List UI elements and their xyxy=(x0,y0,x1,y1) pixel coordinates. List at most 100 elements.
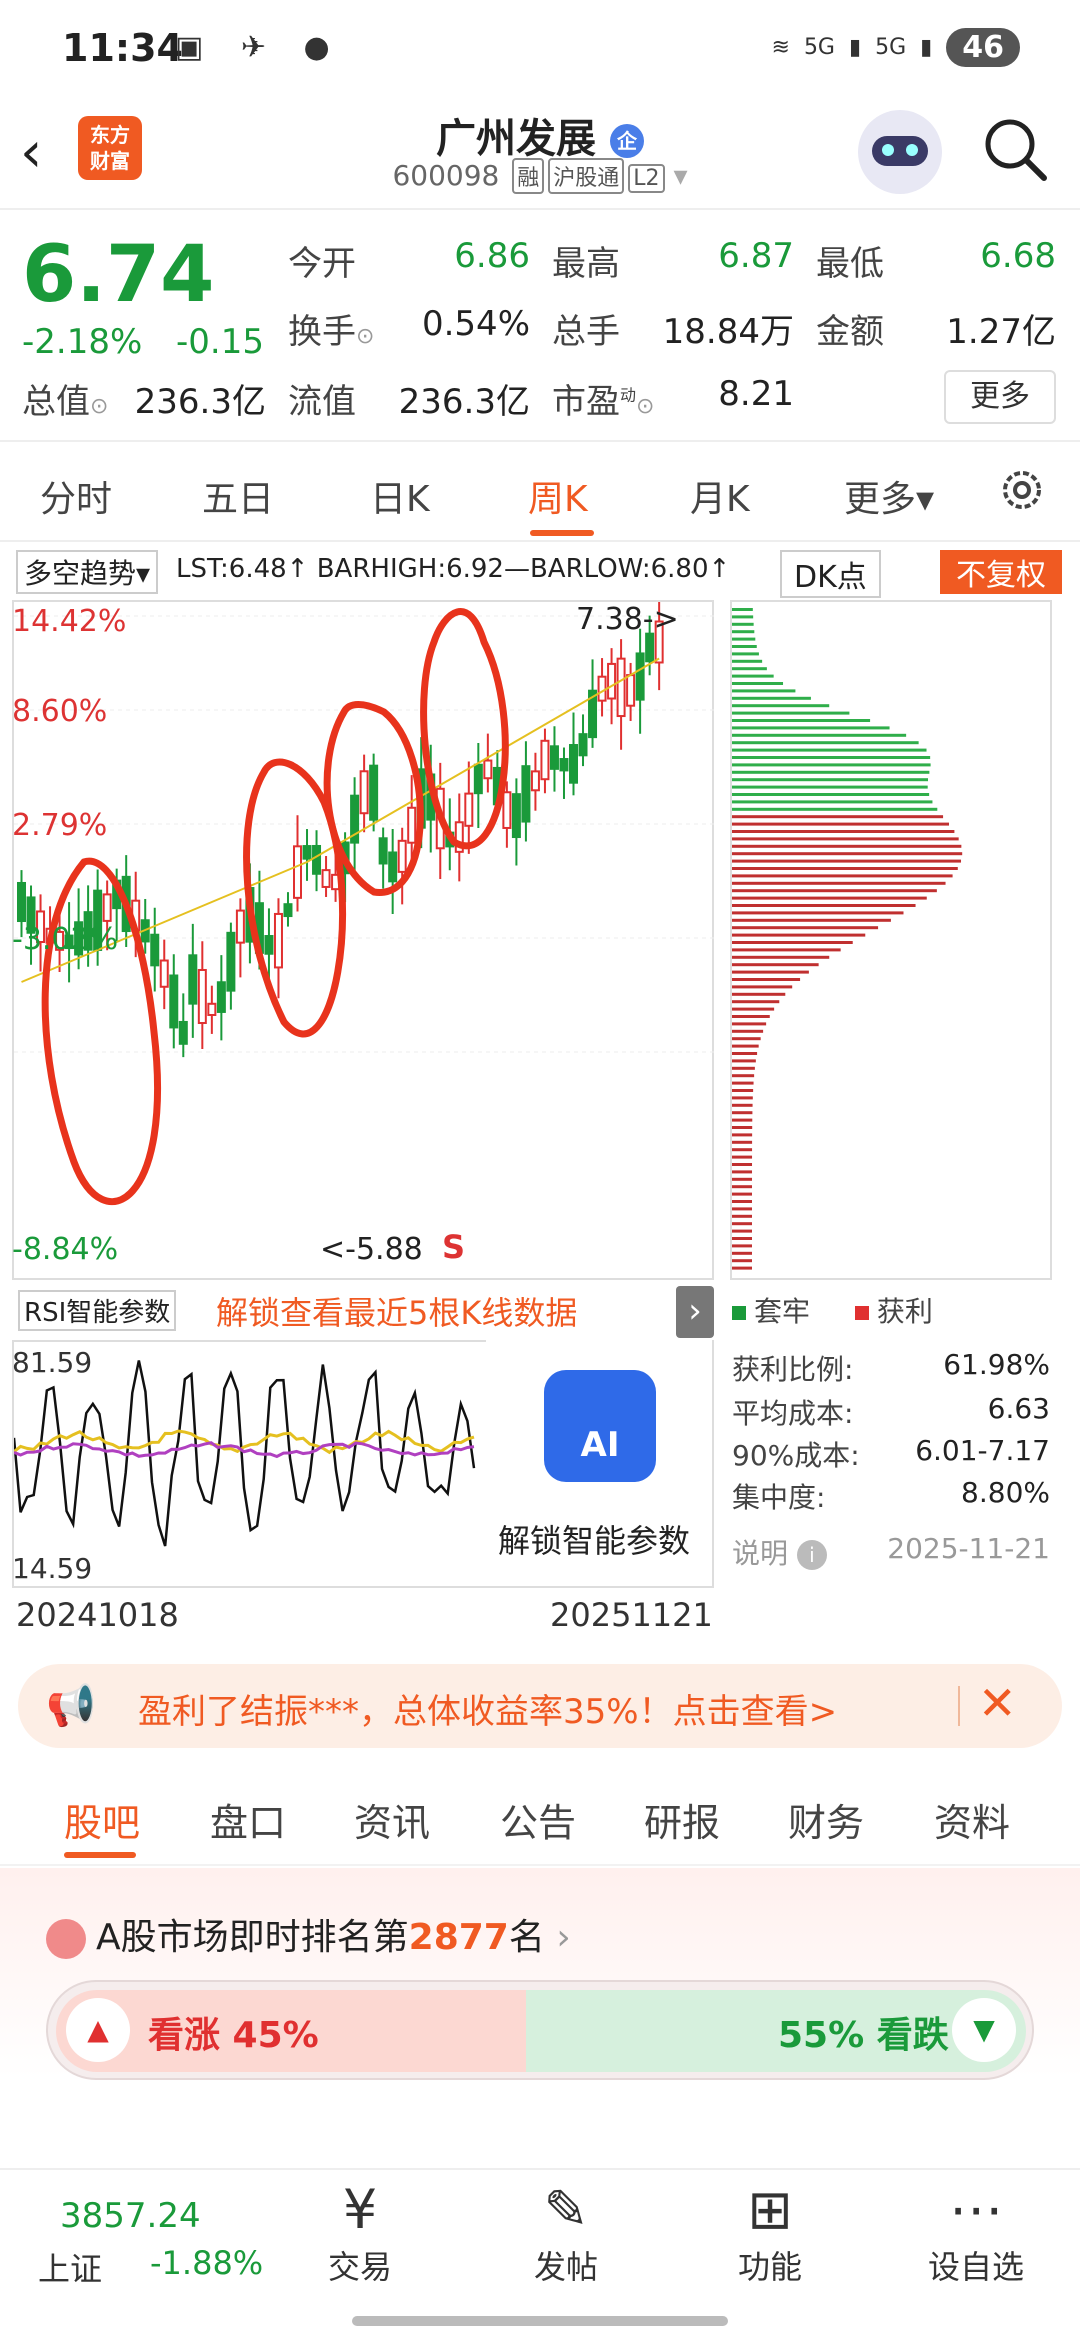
chip-bar xyxy=(732,904,916,907)
robot-avatar-icon[interactable] xyxy=(858,110,942,194)
tab-finance[interactable]: 财务 xyxy=(788,1792,864,1847)
nav-post-label: 发帖 xyxy=(533,2248,598,2286)
candle xyxy=(597,675,607,702)
chip-bar xyxy=(732,748,927,752)
nav-functions[interactable]: ⊞ 功能 xyxy=(700,2178,840,2288)
tab-forum[interactable]: 股吧 xyxy=(64,1792,140,1847)
market-rank[interactable]: A股市场即时排名第2877名 › xyxy=(46,1908,571,1960)
chip-bar xyxy=(732,881,946,885)
index-change[interactable]: -1.88% xyxy=(150,2244,263,2282)
chevron-down-icon[interactable]: ▾ xyxy=(673,159,687,192)
no-adjust-button[interactable]: 不复权 xyxy=(940,550,1062,594)
tab-profile[interactable]: 资料 xyxy=(934,1792,1010,1847)
chip-bar xyxy=(732,1022,767,1026)
kline-chart[interactable]: 14.42% 8.60% 2.79% -3.02% -8.84% 7.38-> … xyxy=(12,600,714,1280)
close-icon[interactable]: ✕ xyxy=(978,1676,1017,1730)
chip-bar xyxy=(732,1237,753,1240)
tab-orderbook[interactable]: 盘口 xyxy=(210,1792,286,1847)
chip-bar xyxy=(732,992,786,996)
wifi-icon: ≋ xyxy=(771,35,790,60)
cost90-value: 6.01-7.17 xyxy=(915,1434,1050,1467)
chevron-right-icon[interactable]: › xyxy=(676,1286,714,1338)
concentration-value: 8.80% xyxy=(961,1476,1050,1509)
unlock-kline-link[interactable]: 解锁查看最近5根K线数据 xyxy=(216,1288,577,1334)
tab-more[interactable]: 更多▾ xyxy=(844,470,934,522)
chip-distribution xyxy=(730,600,1052,1280)
candle xyxy=(102,893,112,922)
chip-bar xyxy=(732,756,931,759)
info-icon: i xyxy=(796,1540,827,1570)
chip-bar xyxy=(732,867,958,870)
chip-bar xyxy=(732,1259,753,1263)
candle xyxy=(293,845,302,899)
promo-text[interactable]: 盈利了结振***，总体收益率35%！点击查看> xyxy=(138,1684,837,1733)
candle xyxy=(464,792,474,827)
tab-daily-k[interactable]: 日K xyxy=(370,470,430,522)
index-value[interactable]: 3857.24 xyxy=(60,2196,201,2236)
tab-intraday[interactable]: 分时 xyxy=(40,470,112,522)
chip-bar xyxy=(732,1066,755,1070)
chip-bar xyxy=(732,1029,764,1033)
chip-note[interactable]: 说明 i xyxy=(732,1532,827,1572)
tab-research[interactable]: 研报 xyxy=(644,1792,720,1847)
chip-bar xyxy=(732,926,879,930)
enterprise-badge: 企 xyxy=(609,124,644,158)
amount-value: 1.27亿 xyxy=(946,312,1056,352)
nav-post[interactable]: ✎ 发帖 xyxy=(496,2178,636,2288)
vote-down-bar xyxy=(526,1990,1026,2072)
vote-down-label[interactable]: 55% 看跌 xyxy=(778,2006,949,2058)
tab-announcements[interactable]: 公告 xyxy=(500,1792,576,1847)
rsi-select[interactable]: RSI智能参数 xyxy=(18,1290,177,1331)
arrow-up-icon[interactable]: ▲ xyxy=(66,1998,130,2062)
chip-bar xyxy=(732,778,929,782)
tab-5day[interactable]: 五日 xyxy=(202,470,274,522)
gear-icon[interactable] xyxy=(996,464,1048,516)
indicator-select[interactable]: 多空趋势▾ xyxy=(16,550,159,594)
index-name[interactable]: 上证 xyxy=(38,2244,102,2290)
search-icon[interactable] xyxy=(980,114,1050,184)
vote-up-label[interactable]: 看涨 45% xyxy=(148,2006,319,2058)
chip-bar xyxy=(732,807,938,811)
candle xyxy=(607,662,617,700)
sell-signal: S xyxy=(442,1228,466,1266)
chip-bar xyxy=(732,1170,753,1174)
candle xyxy=(235,909,245,944)
chip-bar xyxy=(732,667,767,671)
active-tab-indicator xyxy=(530,530,594,536)
candle xyxy=(540,739,550,781)
ai-unlock-panel[interactable]: AI 解锁智能参数 xyxy=(486,1340,712,1586)
y-label-4: -3.02% xyxy=(12,922,119,957)
more-button[interactable]: 更多 xyxy=(944,370,1056,424)
nav-trade[interactable]: ¥ 交易 xyxy=(290,2178,430,2288)
chip-bar xyxy=(732,852,963,856)
candle xyxy=(388,851,398,883)
avg-cost-value: 6.63 xyxy=(987,1392,1050,1425)
chip-bar xyxy=(732,1192,753,1196)
stock-name: 广州发展 xyxy=(436,116,597,162)
chip-bar xyxy=(732,1103,753,1107)
nav-watchlist[interactable]: ⋯ 设自选 xyxy=(906,2178,1046,2288)
chip-bar xyxy=(732,955,830,959)
price-pct: -2.18% xyxy=(22,322,143,362)
dk-point-select[interactable]: DK点 xyxy=(780,550,881,598)
candle xyxy=(216,981,226,1013)
chip-bar xyxy=(732,741,919,745)
promo-banner[interactable]: 📢 盈利了结振***，总体收益率35%！点击查看> ✕ xyxy=(18,1664,1062,1748)
chip-bar xyxy=(732,622,754,626)
home-indicator[interactable] xyxy=(352,2316,728,2326)
tab-weekly-k[interactable]: 周K xyxy=(528,470,588,522)
chip-bar xyxy=(732,763,931,767)
arrow-down-icon[interactable]: ▼ xyxy=(952,1998,1016,2062)
chip-bar xyxy=(732,1244,753,1248)
tab-news[interactable]: 资讯 xyxy=(354,1792,430,1847)
chip-bar xyxy=(732,837,959,841)
volume-value: 18.84万 xyxy=(662,312,794,352)
cost90-label: 90%成本: xyxy=(732,1439,860,1472)
tab-monthly-k[interactable]: 月K xyxy=(690,470,750,522)
status-right: ≋ 5G ▮ 5G ▮ 46 xyxy=(771,28,1020,67)
low-label: 最低 xyxy=(816,244,884,284)
chip-bar xyxy=(732,733,907,737)
end-date: 20251121 xyxy=(550,1596,713,1634)
chip-date: 2025-11-21 xyxy=(887,1532,1050,1565)
chip-bar xyxy=(732,1089,754,1092)
